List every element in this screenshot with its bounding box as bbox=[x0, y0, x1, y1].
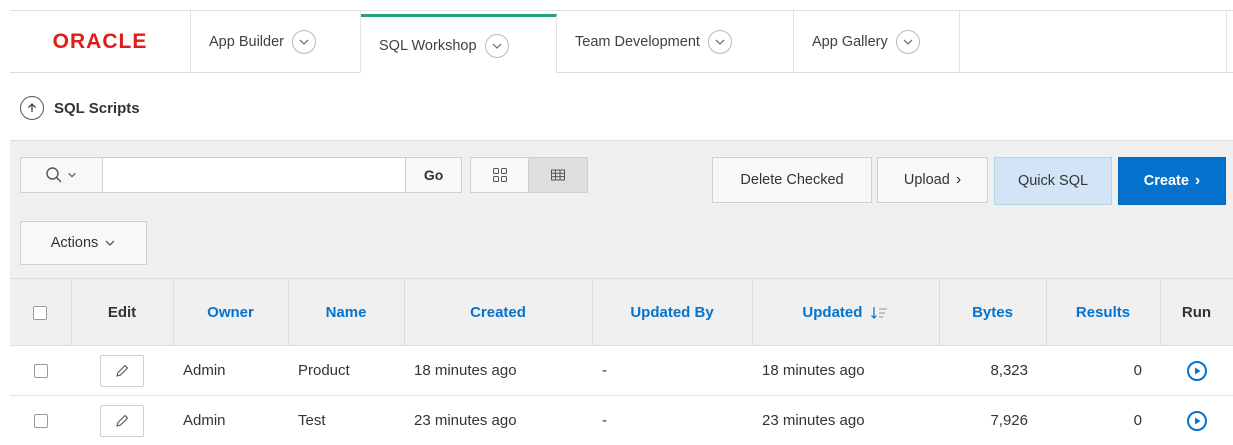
row-select-cell bbox=[10, 395, 71, 445]
run-cell bbox=[1160, 395, 1233, 445]
scripts-table: Edit Owner Name Created Updated By Updat… bbox=[10, 278, 1233, 445]
run-icon[interactable] bbox=[1186, 360, 1207, 381]
chevron-right-icon: › bbox=[955, 171, 962, 188]
go-button[interactable]: Go bbox=[406, 157, 463, 193]
chevron-down-icon[interactable] bbox=[484, 33, 509, 58]
table-header-row: Edit Owner Name Created Updated By Updat… bbox=[10, 278, 1233, 346]
chevron-down-icon[interactable] bbox=[895, 30, 920, 54]
results-cell: 0 bbox=[1046, 395, 1160, 445]
tab-app-builder[interactable]: App Builder bbox=[191, 11, 361, 73]
column-header-bytes[interactable]: Bytes bbox=[939, 278, 1047, 346]
updated-by-cell: - bbox=[592, 345, 752, 396]
edit-cell bbox=[71, 345, 173, 396]
icon-view-button[interactable] bbox=[470, 157, 530, 193]
bytes-cell: 8,323 bbox=[939, 345, 1046, 396]
created-cell: 18 minutes ago bbox=[404, 345, 592, 396]
column-header-created[interactable]: Created bbox=[404, 278, 593, 346]
top-navigation-bar: ORACLE App Builder SQL Workshop Team Dev… bbox=[10, 10, 1233, 74]
pencil-icon bbox=[116, 414, 129, 427]
updated-cell: 18 minutes ago bbox=[752, 345, 939, 396]
search-column-selector[interactable] bbox=[20, 157, 103, 193]
create-label: Create bbox=[1143, 173, 1189, 189]
arrow-up-icon[interactable] bbox=[20, 96, 44, 120]
table-row: Admin Test 23 minutes ago - 23 minutes a… bbox=[10, 395, 1233, 445]
tab-label: App Gallery bbox=[812, 34, 888, 50]
tab-team-development[interactable]: Team Development bbox=[557, 11, 794, 73]
create-button[interactable]: Create › bbox=[1118, 157, 1226, 205]
quick-sql-button[interactable]: Quick SQL bbox=[994, 157, 1112, 205]
row-checkbox[interactable] bbox=[33, 364, 48, 379]
select-all-checkbox[interactable] bbox=[33, 305, 48, 320]
sort-descending-icon bbox=[870, 306, 887, 319]
delete-checked-button[interactable]: Delete Checked bbox=[712, 157, 872, 203]
column-header-run: Run bbox=[1160, 278, 1233, 346]
owner-cell: Admin bbox=[173, 395, 288, 445]
nav-divider bbox=[1226, 11, 1227, 73]
pencil-icon bbox=[116, 364, 129, 377]
run-cell bbox=[1160, 345, 1233, 396]
page-title: SQL Scripts bbox=[54, 99, 140, 117]
created-cell: 23 minutes ago bbox=[404, 395, 592, 445]
column-header-updated-by[interactable]: Updated By bbox=[592, 278, 753, 346]
edit-cell bbox=[71, 395, 173, 445]
column-header-updated-label: Updated bbox=[802, 303, 863, 321]
results-cell: 0 bbox=[1046, 345, 1160, 396]
actions-menu-button[interactable]: Actions bbox=[20, 221, 147, 265]
table-row: Admin Product 18 minutes ago - 18 minute… bbox=[10, 345, 1233, 396]
chevron-down-icon[interactable] bbox=[707, 30, 732, 54]
bytes-cell: 7,926 bbox=[939, 395, 1046, 445]
logo-text: ORACLE bbox=[52, 30, 148, 53]
name-cell: Product bbox=[288, 345, 404, 396]
chevron-right-icon: › bbox=[1194, 172, 1201, 189]
tab-label: App Builder bbox=[209, 34, 284, 50]
column-header-owner[interactable]: Owner bbox=[173, 278, 289, 346]
tab-label: SQL Workshop bbox=[379, 37, 477, 54]
name-cell: Test bbox=[288, 395, 404, 445]
run-icon[interactable] bbox=[1186, 410, 1207, 431]
grid-icon bbox=[492, 168, 507, 182]
breadcrumb: SQL Scripts bbox=[20, 96, 140, 120]
actions-label: Actions bbox=[50, 235, 99, 251]
edit-button[interactable] bbox=[100, 354, 144, 387]
updated-cell: 23 minutes ago bbox=[752, 395, 939, 445]
row-checkbox[interactable] bbox=[33, 414, 48, 429]
select-all-header bbox=[10, 278, 72, 346]
chevron-down-icon[interactable] bbox=[291, 30, 316, 54]
search-bar: Go bbox=[20, 157, 588, 193]
chevron-down-icon bbox=[105, 240, 115, 246]
table-icon bbox=[551, 169, 566, 181]
updated-by-cell: - bbox=[592, 395, 752, 445]
tab-app-gallery[interactable]: App Gallery bbox=[794, 11, 960, 73]
column-header-name[interactable]: Name bbox=[288, 278, 405, 346]
chevron-down-icon bbox=[68, 172, 76, 178]
search-input[interactable] bbox=[102, 157, 407, 193]
tab-sql-workshop[interactable]: SQL Workshop bbox=[361, 14, 557, 74]
upload-label: Upload bbox=[903, 172, 950, 188]
tab-label: Team Development bbox=[575, 34, 700, 50]
toolbar: Go Delete Checked Upload › Quick SQL Cre… bbox=[10, 140, 1233, 278]
column-header-updated[interactable]: Updated bbox=[752, 278, 940, 346]
column-header-results[interactable]: Results bbox=[1046, 278, 1161, 346]
edit-button[interactable] bbox=[100, 404, 144, 437]
report-view-button[interactable] bbox=[529, 157, 588, 193]
owner-cell: Admin bbox=[173, 345, 288, 396]
oracle-logo[interactable]: ORACLE bbox=[10, 11, 191, 73]
row-select-cell bbox=[10, 345, 71, 396]
upload-button[interactable]: Upload › bbox=[877, 157, 988, 203]
search-icon bbox=[46, 167, 62, 183]
column-header-edit: Edit bbox=[71, 278, 174, 346]
